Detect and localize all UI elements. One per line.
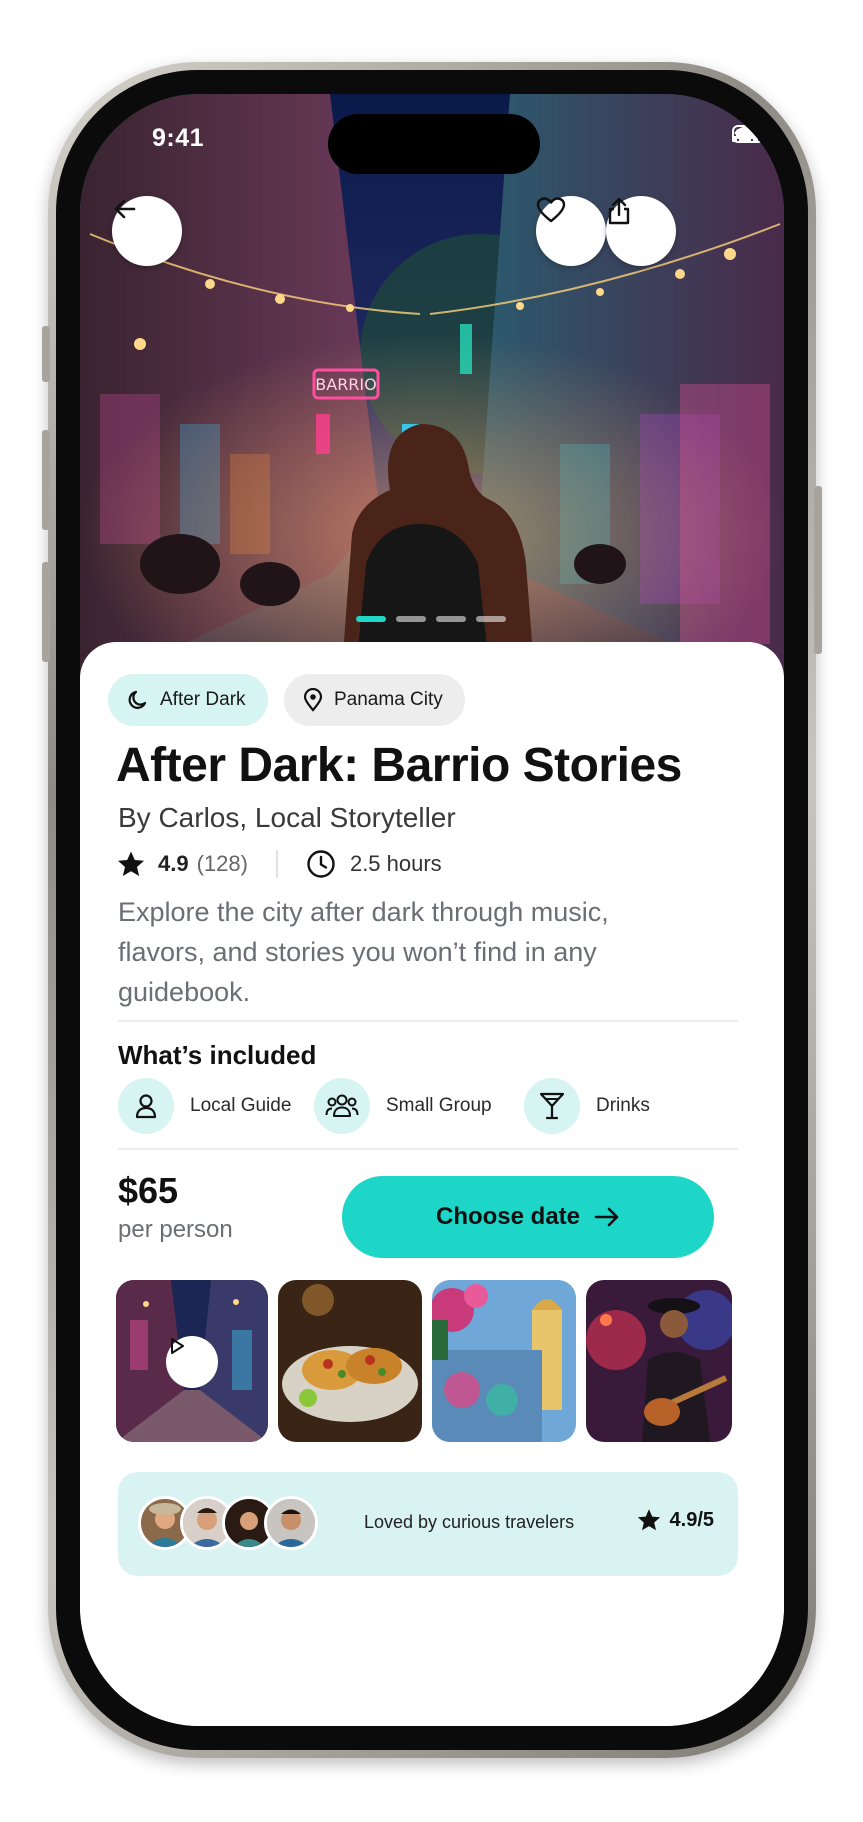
guide-icon (135, 1094, 157, 1119)
screen: BARRIO 9:41 After Dark Panama City After… (80, 94, 784, 1726)
duration: 2.5 hours (349, 851, 442, 876)
share-button[interactable] (606, 196, 676, 266)
rating-value: 4.9 (158, 851, 189, 876)
play-icon (171, 1338, 184, 1354)
clock-icon (307, 850, 335, 878)
tag-after-dark[interactable]: After Dark (108, 674, 268, 726)
gallery-video-thumb[interactable] (116, 1280, 268, 1442)
avatar (264, 1496, 318, 1550)
volume-down-button (42, 562, 50, 662)
cocktail-icon (539, 1092, 565, 1120)
back-button[interactable] (112, 196, 182, 266)
gallery-thumb-food[interactable] (278, 1280, 422, 1442)
choose-date-label: Choose date (435, 1203, 581, 1230)
arrow-right-icon (594, 1207, 619, 1227)
gallery-thumb-church[interactable] (432, 1280, 576, 1442)
play-button[interactable] (166, 1336, 218, 1388)
meta-divider (275, 850, 278, 878)
experience-title: After Dark: Barrio Stories (116, 739, 682, 792)
moon-icon (128, 690, 147, 709)
carousel-indicator[interactable] (356, 616, 506, 622)
divider (118, 1148, 738, 1150)
included-item-group: Small Group (314, 1078, 492, 1134)
tag-location[interactable]: Panama City (284, 674, 465, 726)
carousel-dot-active[interactable] (356, 616, 386, 622)
tacos-image (278, 1280, 422, 1442)
host-byline[interactable]: By Carlos, Local Storyteller (118, 802, 456, 834)
social-proof-text: Loved by curious travelers (364, 1512, 575, 1532)
review-count[interactable]: (128) (197, 851, 248, 877)
traveler-avatars (138, 1496, 318, 1552)
arrow-left-icon (114, 199, 136, 219)
aggregate-rating: 4.9/5 (636, 1508, 714, 1532)
included-label: Drinks (596, 1095, 650, 1116)
group-icon (325, 1094, 359, 1117)
tag-label: Panama City (334, 689, 443, 710)
power-button (814, 486, 822, 654)
group-icon-badge (314, 1078, 370, 1134)
choose-date-button[interactable]: Choose date (342, 1176, 714, 1258)
status-bar: 9:41 (80, 94, 784, 174)
carousel-dot[interactable] (476, 616, 506, 622)
guitarist-image (586, 1280, 732, 1442)
guide-icon-badge (118, 1078, 174, 1134)
battery-icon (732, 125, 768, 143)
price-unit: per person (118, 1216, 233, 1243)
mute-switch (42, 326, 50, 382)
included-item-drinks: Drinks (524, 1078, 650, 1134)
tag-label: After Dark (160, 689, 246, 710)
price: $65 (118, 1170, 179, 1211)
meta-row: 4.9 (128) 2.5 hours (116, 842, 442, 886)
heart-icon (536, 197, 566, 223)
star-icon (637, 1509, 660, 1531)
svg-text:BARRIO: BARRIO (315, 375, 376, 394)
hero-illustration: BARRIO (80, 94, 784, 694)
social-proof-banner: Loved by curious travelers 4.9/5 (118, 1472, 738, 1576)
dynamic-island (328, 114, 540, 174)
description: Explore the city after dark through musi… (118, 897, 609, 1007)
person-icon (267, 1499, 315, 1547)
experience-card: After Dark Panama City After Dark: Barri… (80, 642, 784, 1726)
hero-image[interactable]: BARRIO 9:41 (80, 94, 784, 694)
included-title: What’s included (118, 1040, 317, 1070)
included-label: Local Guide (190, 1095, 292, 1116)
volume-up-button (42, 430, 50, 530)
star-icon (118, 851, 144, 876)
church-mural-image (432, 1280, 576, 1442)
carousel-dot[interactable] (436, 616, 466, 622)
divider (118, 1020, 738, 1022)
location-pin-icon (303, 688, 323, 712)
included-item-guide: Local Guide (118, 1078, 291, 1134)
included-label: Small Group (386, 1095, 492, 1116)
status-time: 9:41 (152, 124, 205, 152)
drinks-icon-badge (524, 1078, 580, 1134)
carousel-dot[interactable] (396, 616, 426, 622)
favorite-button[interactable] (536, 196, 606, 266)
aggregate-rating-value: 4.9/5 (669, 1508, 714, 1531)
gallery-thumb-music[interactable] (586, 1280, 732, 1442)
share-icon (608, 197, 630, 225)
